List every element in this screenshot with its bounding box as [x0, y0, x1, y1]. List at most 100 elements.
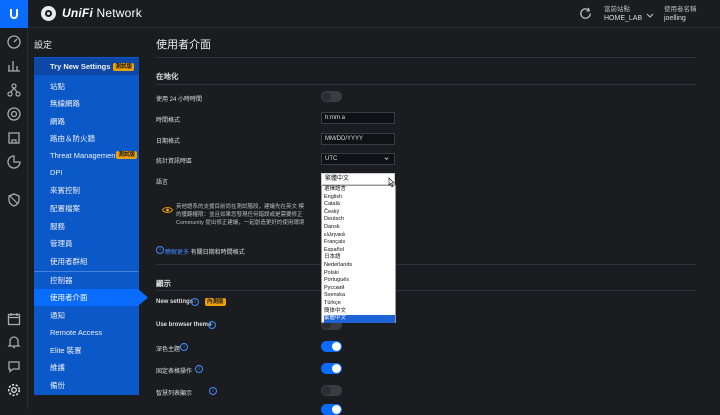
- site-selector[interactable]: 當前站點 HOME_LAB: [604, 5, 642, 23]
- divider: [156, 84, 696, 85]
- nav-admins[interactable]: 管理員: [34, 235, 139, 252]
- nav-networks[interactable]: 網路: [34, 113, 139, 130]
- user-value: joelling: [664, 15, 686, 22]
- nav-threat-management[interactable]: Threat Management 測試版: [34, 147, 139, 164]
- site-value: HOME_LAB: [604, 15, 643, 22]
- date-format-input[interactable]: MM/DD/YYYY: [321, 133, 395, 145]
- nav-user-groups[interactable]: 使用者群組: [34, 253, 139, 270]
- settings-gear-icon[interactable]: [6, 382, 22, 398]
- dashboard-icon[interactable]: [6, 34, 22, 50]
- refresh-icon[interactable]: [578, 6, 593, 21]
- devices-icon[interactable]: [6, 106, 22, 122]
- language-option[interactable]: Deutsch: [324, 216, 395, 224]
- nav-profiles[interactable]: 配置檔案: [34, 200, 139, 217]
- browser-theme-label: Use browser theme: [156, 322, 212, 328]
- site-label: 當前站點: [604, 6, 630, 13]
- nav-controller[interactable]: 控制器: [34, 272, 139, 289]
- language-option[interactable]: Dansk: [324, 224, 395, 232]
- notice-line: Community 提出修正建議，一起創造更好的使用環境: [176, 220, 305, 226]
- time24-toggle[interactable]: [321, 91, 342, 102]
- eye-icon: [162, 207, 173, 213]
- date-time-hint: 瞭解更多 有關日期和時間格式: [165, 250, 245, 256]
- smart-list-label: 智慧列表顯示: [156, 391, 193, 397]
- statistics-icon[interactable]: [6, 58, 22, 74]
- language-beta-notice: 英他語系的支援目前尚在測試階段，建議先在英文 模 的獲翻權限：並且如果您發現任何…: [156, 197, 334, 235]
- info-icon[interactable]: i: [180, 343, 188, 351]
- divider: [156, 264, 696, 265]
- insights-icon[interactable]: [6, 154, 22, 170]
- language-option[interactable]: Svenska: [324, 292, 395, 300]
- info-icon[interactable]: i: [208, 321, 216, 329]
- notice-line: 的獲翻權限：並且如果您發現任何錯誤或是需要修正: [176, 212, 303, 218]
- language-option-selected[interactable]: 繁體中文: [324, 315, 395, 323]
- nav-wireless-networks[interactable]: 無線網路: [34, 95, 139, 112]
- language-option[interactable]: Français: [324, 239, 395, 247]
- time24-label: 使用 24 小時時間: [156, 97, 203, 103]
- language-option[interactable]: Português: [324, 277, 395, 285]
- beta-badge: 測試版: [116, 151, 137, 159]
- fixed-table-toggle[interactable]: [321, 363, 342, 374]
- language-option[interactable]: Český: [324, 209, 395, 217]
- topology-icon[interactable]: [6, 82, 22, 98]
- localization-title: 在地化: [156, 72, 179, 81]
- info-icon[interactable]: i: [209, 387, 217, 395]
- nav-routing-firewall[interactable]: 路由＆防火牆: [34, 130, 139, 147]
- language-option[interactable]: 日本語: [324, 254, 395, 262]
- user-label: 使用者名稱: [664, 6, 697, 13]
- timezone-select[interactable]: UTC: [321, 153, 395, 165]
- nav-guest-control[interactable]: 來賓控制: [34, 182, 139, 199]
- fixed-table-label: 固定表格操作: [156, 369, 193, 375]
- try-new-settings[interactable]: Try New Settings 測試版: [34, 58, 139, 75]
- dark-theme-toggle[interactable]: [321, 341, 342, 352]
- nav-maintenance[interactable]: 維護: [34, 359, 139, 376]
- page-title: 使用者介面: [156, 39, 211, 51]
- notice-line: 英他語系的支援目前尚在測試階段，建議先在英文 模: [176, 204, 305, 210]
- dark-theme-label: 深色主題: [156, 347, 181, 353]
- divider: [156, 57, 696, 58]
- chevron-down-icon: [384, 157, 389, 160]
- language-option[interactable]: English: [324, 194, 395, 202]
- beta-badge: 測試版: [113, 63, 134, 71]
- nav-elite-devices[interactable]: Elite 裝置: [34, 342, 139, 359]
- language-option[interactable]: Русский: [324, 285, 395, 293]
- ubiquiti-logo-icon[interactable]: [0, 0, 28, 28]
- language-label: 語言: [156, 180, 169, 186]
- nav-notifications[interactable]: 通知: [34, 307, 139, 324]
- user-menu[interactable]: 使用者名稱 joelling: [664, 5, 697, 23]
- nav-services[interactable]: 服務: [34, 218, 139, 235]
- top-bar: UniFi Network 當前站點 HOME_LAB 使用者名稱 joelli…: [0, 0, 720, 28]
- learn-more-link[interactable]: 瞭解更多: [165, 250, 189, 256]
- notifications-icon[interactable]: [6, 334, 22, 350]
- new-settings-label: New settings: [156, 299, 194, 305]
- shield-icon[interactable]: [6, 192, 22, 208]
- info-icon[interactable]: i: [195, 365, 203, 373]
- nav-backup[interactable]: 備份: [34, 377, 139, 394]
- nav-dpi[interactable]: DPI: [34, 164, 139, 181]
- divider: [156, 290, 696, 291]
- info-icon[interactable]: i: [191, 298, 199, 306]
- settings-title: 設定: [34, 40, 53, 50]
- chat-icon[interactable]: [6, 358, 22, 374]
- clients-icon[interactable]: [6, 130, 22, 146]
- language-option[interactable]: ελληνικά: [324, 232, 395, 240]
- language-select[interactable]: 繁體中文: [321, 173, 395, 185]
- chevron-down-icon[interactable]: [646, 13, 654, 19]
- nav-user-interface[interactable]: 使用者介面: [34, 289, 148, 306]
- settings-nav: Try New Settings 測試版 站點 無線網路 網路 路由＆防火牆 Th…: [34, 57, 139, 395]
- language-option[interactable]: Nederlands: [324, 262, 395, 270]
- language-option[interactable]: Polski: [324, 270, 395, 278]
- language-option[interactable]: Türkçe: [324, 300, 395, 308]
- language-dropdown: 選擇語言 English Català Český Deutsch Dansk …: [321, 185, 396, 323]
- language-option[interactable]: Català: [324, 201, 395, 209]
- display-title: 顯示: [156, 279, 171, 288]
- nav-remote-access[interactable]: Remote Access: [34, 324, 139, 341]
- calendar-icon[interactable]: [6, 311, 22, 327]
- app-title: UniFi Network: [62, 6, 142, 20]
- mouse-cursor-icon: [388, 177, 395, 188]
- nav-sites[interactable]: 站點: [34, 78, 139, 95]
- language-option[interactable]: 選擇語言: [324, 186, 395, 194]
- icon-rail: [0, 28, 28, 409]
- smart-list-toggle[interactable]: [321, 385, 342, 396]
- time-format-input[interactable]: h:mm a: [321, 112, 395, 124]
- partial-toggle[interactable]: [321, 404, 342, 415]
